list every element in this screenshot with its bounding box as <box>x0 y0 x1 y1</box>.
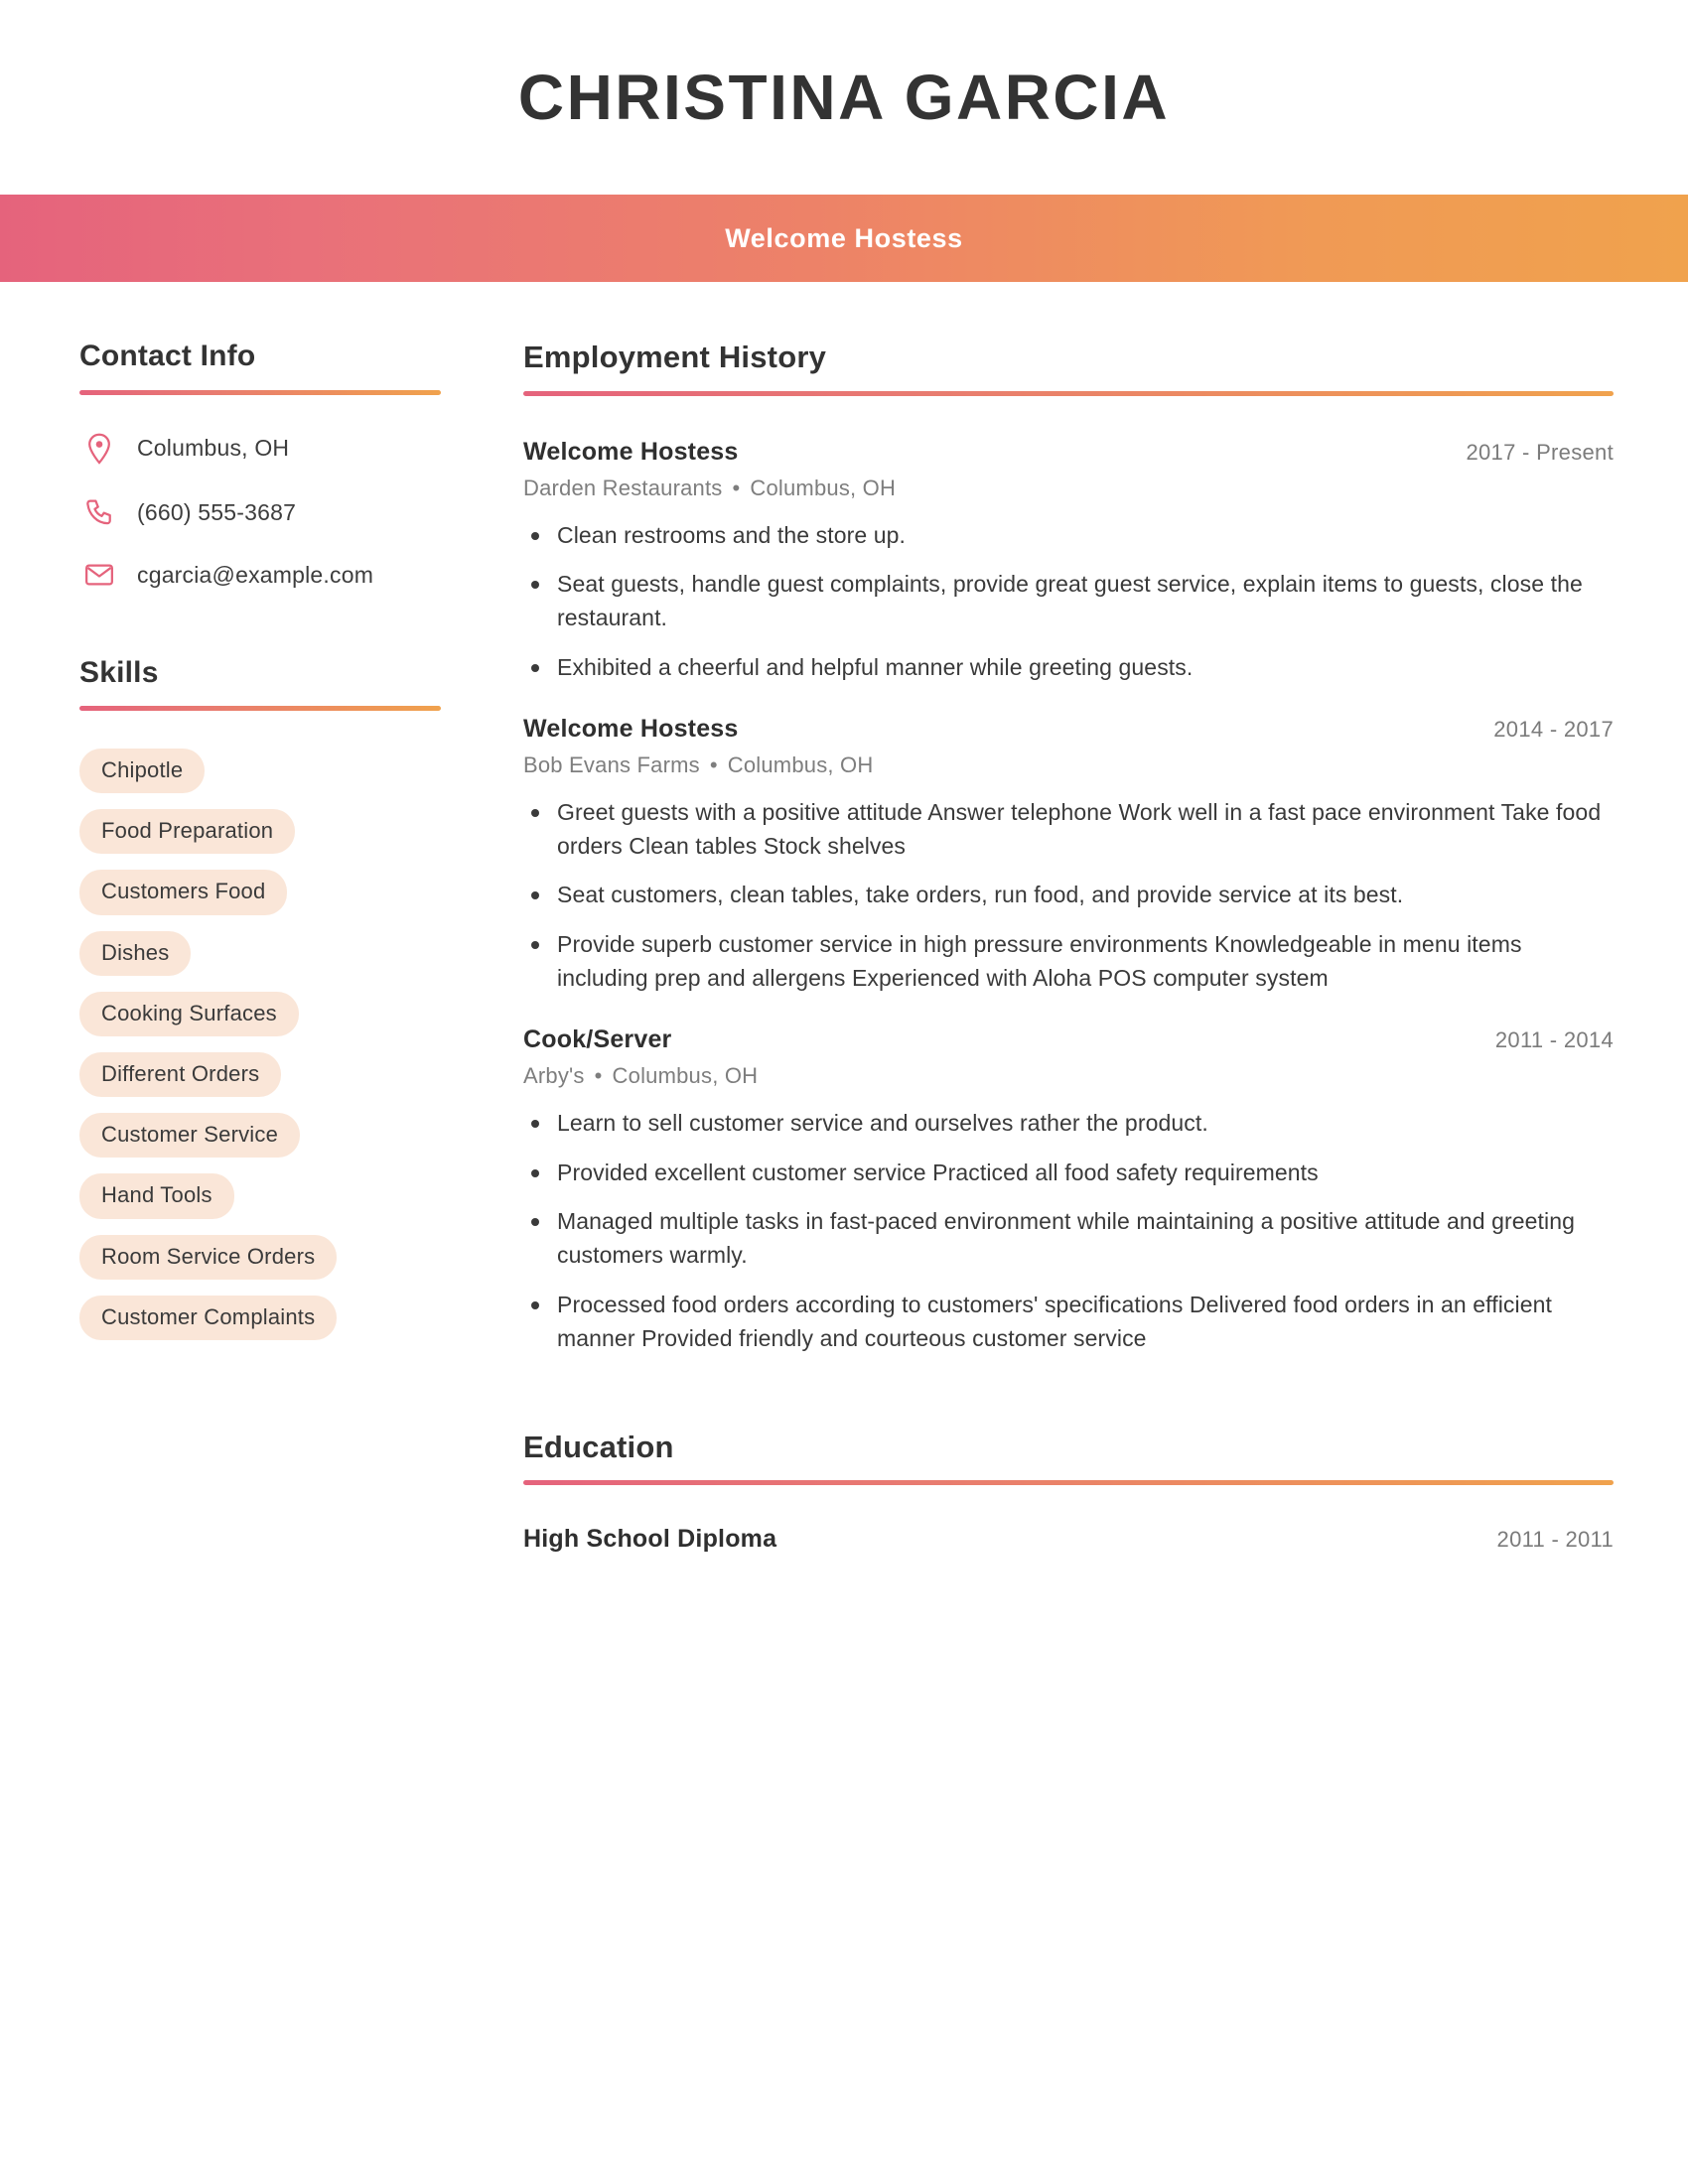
skill-row: Room Service Orders <box>79 1234 441 1296</box>
contact-info-heading: Contact Info <box>79 340 256 372</box>
contact-heading-divider <box>79 389 441 395</box>
job-company-location: Darden Restaurants • Columbus, OH <box>523 476 1614 501</box>
job-company: Darden Restaurants <box>523 475 723 500</box>
main-column: Employment History Welcome Hostess 2017 -… <box>459 340 1688 1554</box>
contact-info-section: Contact Info Columbus, OH (660) 555-3687… <box>79 340 441 589</box>
skills-heading-divider <box>79 706 441 711</box>
education-heading: Education <box>523 1429 674 1464</box>
contact-location-value: Columbus, OH <box>137 435 290 461</box>
contact-phone-value: (660) 555-3687 <box>137 499 297 525</box>
skill-row: Different Orders <box>79 1051 441 1113</box>
education-entry: High School Diploma 2011 - 2011 <box>523 1525 1614 1554</box>
contact-list: Columbus, OH (660) 555-3687 cgarcia@exam… <box>79 433 441 589</box>
skill-row: Hand Tools <box>79 1173 441 1234</box>
resume-body: Contact Info Columbus, OH (660) 555-3687… <box>0 282 1688 1554</box>
skills-list: Chipotle Food Preparation Customers Food Di… <box>79 749 441 1356</box>
bullet-separator-icon: • <box>594 1062 603 1088</box>
jobs-list: Welcome Hostess 2017 - Present Darden Rest… <box>523 438 1614 1356</box>
job-bullet: Greet guests with a positive attitude An… <box>523 796 1614 864</box>
skill-pill: Chipotle <box>79 749 206 794</box>
job-bullet: Processed food orders according to custo… <box>523 1289 1614 1356</box>
job-entry: Welcome Hostess 2017 - Present Darden Rest… <box>523 438 1614 685</box>
job-company-location: Arby's • Columbus, OH <box>523 1063 1614 1089</box>
job-bullet-list: Greet guests with a positive attitude An… <box>523 796 1614 996</box>
job-header: Welcome Hostess 2017 - Present <box>523 438 1614 467</box>
employment-history-heading: Employment History <box>523 340 827 374</box>
envelope-icon <box>79 562 119 588</box>
skill-row: Food Preparation <box>79 809 441 870</box>
job-bullet: Learn to sell customer service and ourse… <box>523 1107 1614 1141</box>
job-bullet: Managed multiple tasks in fast-paced env… <box>523 1205 1614 1273</box>
skill-pill: Dishes <box>79 930 192 976</box>
skill-row: Chipotle <box>79 749 441 809</box>
job-header: Welcome Hostess 2014 - 2017 <box>523 715 1614 744</box>
job-bullet-list: Clean restrooms and the store up. Seat gu… <box>523 519 1614 685</box>
sidebar: Contact Info Columbus, OH (660) 555-3687… <box>0 340 459 1356</box>
skill-pill: Customer Service <box>79 1113 301 1159</box>
bullet-separator-icon: • <box>709 751 718 777</box>
job-bullet: Seat customers, clean tables, take order… <box>523 879 1614 912</box>
job-bullet: Provided excellent customer service Prac… <box>523 1157 1614 1190</box>
skill-pill: Hand Tools <box>79 1173 234 1219</box>
employment-heading-divider <box>523 390 1614 396</box>
skill-pill: Food Preparation <box>79 809 296 855</box>
contact-item-location: Columbus, OH <box>79 433 441 465</box>
job-bullet: Seat guests, handle guest complaints, pr… <box>523 568 1614 635</box>
skill-row: Customers Food <box>79 870 441 930</box>
phone-icon <box>79 498 119 528</box>
job-bullet-list: Learn to sell customer service and ourse… <box>523 1107 1614 1356</box>
page-title: CHRISTINA GARCIA <box>517 62 1171 133</box>
job-title: Welcome Hostess <box>523 437 739 466</box>
location-pin-icon <box>79 433 119 465</box>
job-spacer <box>523 701 1614 715</box>
skill-row: Customer Service <box>79 1113 441 1173</box>
contact-email-value: cgarcia@example.com <box>137 561 374 588</box>
skill-row: Customer Complaints <box>79 1295 441 1356</box>
skill-pill: Customers Food <box>79 870 288 915</box>
job-entry: Welcome Hostess 2014 - 2017 Bob Evans Farm… <box>523 715 1614 996</box>
job-title-banner-text: Welcome Hostess <box>725 222 963 253</box>
job-location: Columbus, OH <box>727 751 874 777</box>
education-dates: 2011 - 2011 <box>1496 1527 1614 1553</box>
resume-header: CHRISTINA GARCIA <box>0 0 1688 195</box>
skill-pill: Room Service Orders <box>79 1234 338 1280</box>
job-dates: 2014 - 2017 <box>1493 716 1614 742</box>
education-degree: High School Diploma <box>523 1525 777 1554</box>
job-bullet: Exhibited a cheerful and helpful manner … <box>523 651 1614 685</box>
education-list: High School Diploma 2011 - 2011 <box>523 1525 1614 1554</box>
skills-section: Skills Chipotle Food Preparation Customers… <box>79 656 441 1356</box>
job-location: Columbus, OH <box>612 1062 759 1088</box>
skill-pill: Cooking Surfaces <box>79 991 299 1036</box>
education-heading-divider <box>523 1480 1614 1486</box>
job-title-banner: Welcome Hostess <box>0 195 1688 282</box>
job-title: Welcome Hostess <box>523 714 739 743</box>
job-bullet: Clean restrooms and the store up. <box>523 519 1614 553</box>
skill-row: Cooking Surfaces <box>79 991 441 1052</box>
job-bullet: Provide superb customer service in high … <box>523 928 1614 996</box>
skill-pill: Customer Complaints <box>79 1295 338 1340</box>
job-company: Arby's <box>523 1062 585 1088</box>
bullet-separator-icon: • <box>732 475 741 500</box>
job-dates: 2017 - Present <box>1466 439 1614 465</box>
job-company: Bob Evans Farms <box>523 751 700 777</box>
job-entry: Cook/Server 2011 - 2014 Arby's • Columbus, O… <box>523 1025 1614 1356</box>
skills-heading: Skills <box>79 655 159 689</box>
employment-history-section: Employment History Welcome Hostess 2017 -… <box>523 340 1614 1356</box>
skill-pill: Different Orders <box>79 1051 282 1098</box>
contact-item-phone: (660) 555-3687 <box>79 498 441 528</box>
job-spacer <box>523 1012 1614 1025</box>
education-section: Education High School Diploma 2011 - 2011 <box>523 1430 1614 1555</box>
job-title: Cook/Server <box>523 1024 672 1053</box>
job-location: Columbus, OH <box>750 475 897 500</box>
job-company-location: Bob Evans Farms • Columbus, OH <box>523 752 1614 778</box>
contact-item-email: cgarcia@example.com <box>79 562 441 589</box>
skill-row: Dishes <box>79 930 441 992</box>
job-dates: 2011 - 2014 <box>1494 1026 1614 1052</box>
job-header: Cook/Server 2011 - 2014 <box>523 1025 1614 1054</box>
